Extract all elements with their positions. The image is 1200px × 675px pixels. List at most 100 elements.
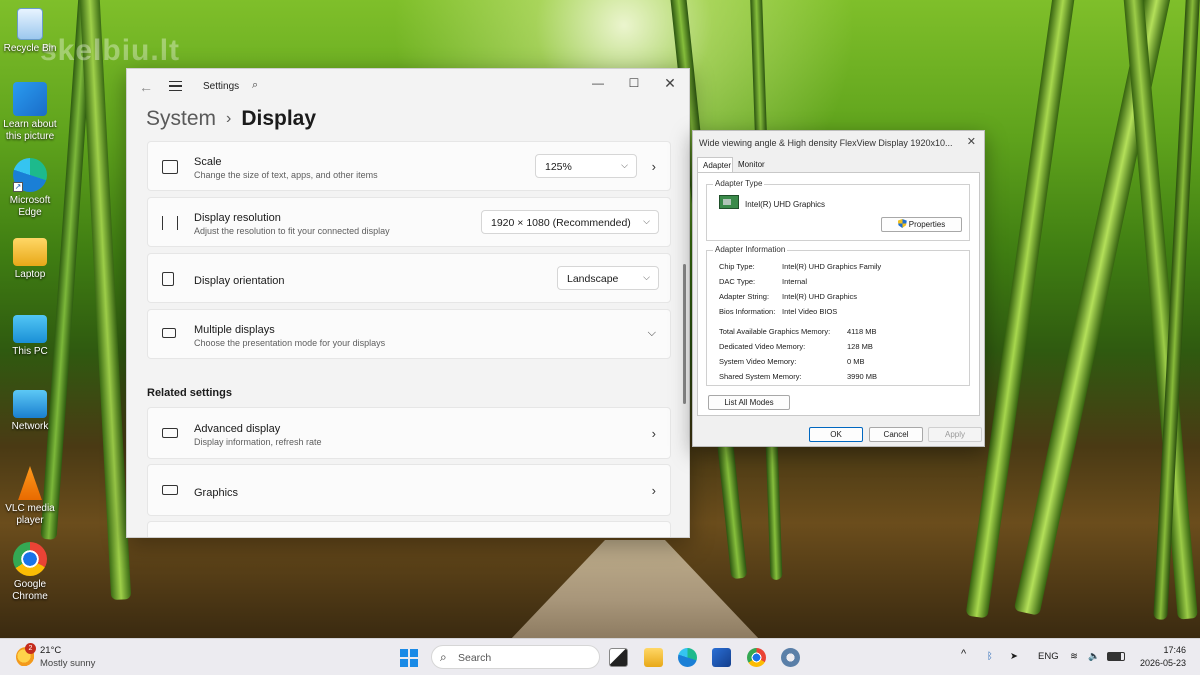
info-value: Intel Video BIOS <box>782 307 838 316</box>
computer-icon <box>13 315 47 343</box>
search-placeholder: Search <box>458 652 492 664</box>
info-key: Shared System Memory: <box>719 372 802 381</box>
apply-button[interactable]: Apply <box>928 427 982 442</box>
breadcrumb: System › Display <box>146 107 316 131</box>
info-value: Intel(R) UHD Graphics <box>782 292 858 301</box>
volume-icon[interactable]: 🔈 <box>1088 651 1100 662</box>
desktop-icon-label: Network <box>11 421 49 432</box>
battery-icon[interactable] <box>1107 652 1125 661</box>
desktop-icon-label: Microsoft Edge <box>9 195 51 218</box>
chevron-right-icon: › <box>651 426 656 441</box>
breadcrumb-separator: › <box>226 110 232 127</box>
desktop-icon-network[interactable]: Network <box>2 390 58 433</box>
scrollbar-thumb[interactable] <box>683 264 686 404</box>
desktop-icon-laptop[interactable]: Laptop <box>2 238 58 281</box>
list-all-modes-button[interactable]: List All Modes <box>708 395 790 410</box>
advanced-display-card[interactable]: Advanced display Display information, re… <box>147 407 671 459</box>
resolution-icon <box>162 216 178 230</box>
close-icon[interactable]: ✕ <box>655 73 685 93</box>
clock[interactable]: 17:46 2026-05-23 <box>1140 644 1186 670</box>
vlc-icon <box>18 466 42 500</box>
learn-picture-icon <box>13 82 47 116</box>
chevron-up-icon[interactable]: ^ <box>961 648 966 660</box>
info-key: DAC Type: <box>719 277 756 286</box>
wifi-icon[interactable]: ≋ <box>1070 651 1078 662</box>
bluetooth-icon[interactable]: ᛒ <box>987 651 993 662</box>
close-icon[interactable]: ✕ <box>967 135 976 148</box>
uac-shield-icon <box>897 219 907 228</box>
location-icon[interactable]: ➤ <box>1010 651 1018 662</box>
resolution-dropdown[interactable]: 1920 × 1080 (Recommended) ⌵ <box>481 210 659 234</box>
search-icon[interactable]: ⌕ <box>252 79 258 92</box>
adapter-type-label: Adapter Type <box>713 179 765 188</box>
notification-badge: 2 <box>25 643 36 654</box>
orientation-dropdown[interactable]: Landscape ⌵ <box>557 266 659 290</box>
windows-logo-tile <box>400 649 408 657</box>
ok-button[interactable]: OK <box>809 427 863 442</box>
display-resolution-card: Display resolution Adjust the resolution… <box>147 197 671 247</box>
display-resolution-subtitle: Adjust the resolution to fit your connec… <box>194 226 390 236</box>
desktop-icon-vlc[interactable]: VLC media player <box>2 466 58 527</box>
recycle-bin-icon <box>17 8 43 40</box>
start-button[interactable] <box>400 649 418 667</box>
hamburger-menu-icon[interactable] <box>169 81 182 91</box>
multiple-displays-card[interactable]: Multiple displays Choose the presentatio… <box>147 309 671 359</box>
chrome-icon <box>13 542 47 576</box>
language-indicator[interactable]: ENG <box>1038 651 1059 662</box>
display-resolution-title: Display resolution <box>194 212 281 224</box>
settings-titlebar[interactable]: ← Settings ⌕ — ☐ ✕ <box>127 69 689 103</box>
next-related-card[interactable] <box>147 521 671 537</box>
desktop-icon-chrome[interactable]: Google Chrome <box>2 542 58 603</box>
info-value: 0 MB <box>847 357 865 366</box>
chevron-right-icon[interactable]: › <box>652 159 656 174</box>
windows-logo-tile <box>410 649 418 657</box>
weather-description: Mostly sunny <box>40 658 96 669</box>
maximize-icon[interactable]: ☐ <box>619 73 649 93</box>
related-settings-heading: Related settings <box>147 387 232 399</box>
task-view-icon[interactable] <box>609 648 628 667</box>
adapter-properties-dialog: Wide viewing angle & High density FlexVi… <box>692 130 985 447</box>
chevron-down-icon: ⌵ <box>643 272 650 282</box>
breadcrumb-system[interactable]: System <box>146 107 216 130</box>
desktop-icon-this-pc[interactable]: This PC <box>2 315 58 358</box>
cancel-button[interactable]: Cancel <box>869 427 923 442</box>
desktop-icon-learn-about-picture[interactable]: Learn about this picture <box>2 82 58 143</box>
info-value: 3990 MB <box>847 372 878 381</box>
chevron-down-icon[interactable]: ⌵ <box>648 327 656 340</box>
page-title: Display <box>241 107 317 130</box>
chevron-down-icon: ⌵ <box>643 216 650 226</box>
back-arrow-icon[interactable]: ← <box>139 79 153 95</box>
scale-card[interactable]: Scale Change the size of text, apps, and… <box>147 141 671 191</box>
shortcut-arrow-icon: ↗ <box>13 182 23 192</box>
minimize-icon[interactable]: — <box>583 73 613 93</box>
clock-time: 17:46 <box>1163 645 1186 655</box>
properties-button[interactable]: Properties <box>881 217 962 232</box>
network-icon <box>13 390 47 418</box>
info-key: Bios Information: <box>719 307 776 316</box>
edge-icon[interactable] <box>678 648 697 667</box>
resolution-value: 1920 × 1080 (Recommended) <box>491 217 631 229</box>
adapter-name: Intel(R) UHD Graphics <box>745 200 826 209</box>
info-key: Dedicated Video Memory: <box>719 342 806 351</box>
desktop-icon-recycle-bin[interactable]: Recycle Bin <box>2 8 58 55</box>
adapter-information-group: Adapter Information Chip Type: Intel(R) … <box>706 245 970 386</box>
tab-adapter[interactable]: Adapter <box>697 157 733 172</box>
adapter-type-group: Adapter Type Intel(R) UHD Graphics Prope… <box>706 179 970 241</box>
info-value: Intel(R) UHD Graphics Family <box>782 262 882 271</box>
microsoft-store-icon[interactable] <box>712 648 731 667</box>
desktop-icon-edge[interactable]: ↗ Microsoft Edge <box>2 158 58 219</box>
edge-icon: ↗ <box>13 158 47 192</box>
settings-gear-icon[interactable] <box>781 648 800 667</box>
taskbar-search-box[interactable]: ⌕ Search <box>431 645 600 669</box>
tab-monitor[interactable]: Monitor <box>733 157 773 172</box>
scale-dropdown[interactable]: 125% ⌵ <box>535 154 637 178</box>
desktop-icon-label: Laptop <box>14 269 46 280</box>
graphics-title: Graphics <box>194 487 239 499</box>
dialog-title: Wide viewing angle & High density FlexVi… <box>699 138 953 148</box>
desktop-icon-label: Recycle Bin <box>3 43 57 54</box>
chrome-icon[interactable] <box>747 648 766 667</box>
graphics-card[interactable]: Graphics › <box>147 464 671 516</box>
monitor-icon <box>162 428 178 438</box>
clock-date: 2026-05-23 <box>1139 658 1186 668</box>
file-explorer-icon[interactable] <box>644 648 663 667</box>
